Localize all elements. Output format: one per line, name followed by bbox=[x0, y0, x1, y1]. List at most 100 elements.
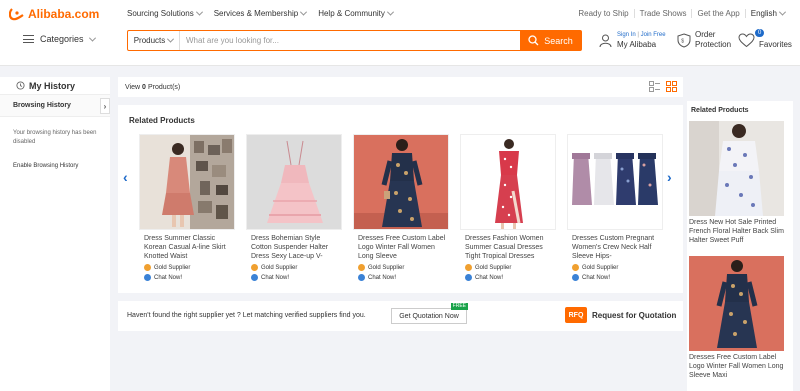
product-photo bbox=[140, 135, 234, 229]
nav-services-membership[interactable]: Services & Membership bbox=[214, 8, 308, 18]
chat-now-button[interactable]: Chat Now! bbox=[139, 274, 235, 281]
rfq-bar: Haven't found the right supplier yet ? L… bbox=[118, 301, 683, 331]
ready-to-ship-link[interactable]: Ready to Ship bbox=[573, 9, 635, 18]
chevron-down-icon bbox=[195, 8, 203, 16]
svg-text:$: $ bbox=[681, 38, 684, 44]
enable-history-link[interactable]: Enable Browsing History bbox=[13, 163, 78, 169]
view-prefix: View bbox=[125, 83, 141, 91]
protection-label: Protection bbox=[695, 40, 732, 49]
supplier-label: Gold Supplier bbox=[582, 264, 619, 271]
sidebar-product-card[interactable]: Dress New Hot Sale Printed French Floral… bbox=[689, 121, 785, 245]
free-badge: FREE bbox=[450, 303, 468, 310]
supplier-label: Gold Supplier bbox=[261, 264, 298, 271]
history-disabled-note: Your browsing history has been disabled bbox=[13, 130, 97, 145]
rfq-logo-icon: RFQ bbox=[565, 307, 587, 323]
product-image[interactable] bbox=[139, 134, 235, 230]
gold-supplier-icon bbox=[144, 264, 151, 271]
favorites-link[interactable]: 0 Favorites bbox=[738, 29, 792, 50]
categories-menu[interactable]: Categories bbox=[23, 34, 96, 44]
favorites-label: Favorites bbox=[759, 40, 792, 49]
carousel-prev-button[interactable]: ‹ bbox=[123, 169, 128, 185]
product-photo bbox=[461, 135, 555, 229]
chat-label: Chat Now! bbox=[582, 274, 611, 281]
search-bar: Products Search bbox=[127, 30, 582, 51]
order-protection[interactable]: $ Order Protection bbox=[677, 30, 731, 50]
sidebar-product-title[interactable]: Dresses Free Custom Label Logo Winter Fa… bbox=[689, 353, 785, 380]
chat-now-button[interactable]: Chat Now! bbox=[460, 274, 556, 281]
sidebar-product-image[interactable] bbox=[689, 121, 784, 216]
product-title[interactable]: Dress Summer Classic Korean Casual A-lin… bbox=[139, 234, 235, 261]
nav-label: Sourcing Solutions bbox=[127, 9, 194, 18]
chat-now-button[interactable]: Chat Now! bbox=[567, 274, 663, 281]
search-type-label: Products bbox=[133, 36, 166, 45]
request-for-quotation-link[interactable]: RFQ Request for Quotation bbox=[565, 307, 676, 323]
search-button-label: Search bbox=[544, 35, 573, 46]
product-image[interactable] bbox=[353, 134, 449, 230]
chat-now-button[interactable]: Chat Now! bbox=[246, 274, 342, 281]
sidebar-related-title: Related Products bbox=[691, 107, 749, 114]
product-photo bbox=[568, 135, 662, 229]
product-title[interactable]: Dresses Fashion Women Summer Casual Dres… bbox=[460, 234, 556, 261]
product-card[interactable]: Dresses Fashion Women Summer Casual Dres… bbox=[460, 134, 556, 281]
language-selector[interactable]: English bbox=[746, 8, 790, 18]
sidebar-product-photo bbox=[689, 256, 784, 351]
get-app-link[interactable]: Get the App bbox=[692, 9, 746, 18]
menu-icon bbox=[23, 35, 34, 43]
gold-supplier-badge: Gold Supplier bbox=[139, 264, 235, 271]
product-title[interactable]: Dresses Free Custom Label Logo Winter Fa… bbox=[353, 234, 449, 261]
product-card[interactable]: Dress Summer Classic Korean Casual A-lin… bbox=[139, 134, 235, 281]
product-count: 0 bbox=[142, 83, 146, 91]
chevron-down-icon bbox=[300, 8, 308, 16]
alibaba-logo[interactable]: Alibaba.com bbox=[9, 7, 99, 21]
related-products-panel: Related Products ‹ › Dress Summer Classi… bbox=[118, 105, 683, 293]
search-icon bbox=[528, 35, 539, 46]
chevron-right-icon[interactable]: › bbox=[100, 98, 110, 114]
related-products-sidebar: Related Products Dress New Hot Sale Prin… bbox=[687, 101, 793, 391]
get-quotation-button[interactable]: Get Quotation Now FREE bbox=[391, 303, 468, 324]
account-menu[interactable]: Sign In | Join Free My Alibaba bbox=[598, 30, 666, 50]
product-title[interactable]: Dress Bohemian Style Cotton Suspender Ha… bbox=[246, 234, 342, 261]
nav-sourcing-solutions[interactable]: Sourcing Solutions bbox=[127, 8, 203, 18]
history-title: My History bbox=[29, 80, 76, 91]
browsing-history-tab[interactable]: Browsing History › bbox=[0, 95, 110, 117]
product-image[interactable] bbox=[246, 134, 342, 230]
chevron-down-icon bbox=[167, 35, 175, 43]
gold-supplier-badge: Gold Supplier bbox=[353, 264, 449, 271]
rfq-label: Request for Quotation bbox=[592, 310, 677, 320]
view-bar: View 0 Product(s) bbox=[118, 77, 683, 97]
gold-supplier-badge: Gold Supplier bbox=[460, 264, 556, 271]
chevron-down-icon bbox=[386, 8, 394, 16]
sidebar-product-card[interactable]: Dresses Free Custom Label Logo Winter Fa… bbox=[689, 256, 785, 380]
product-card[interactable]: Dresses Custom Pregnant Women's Crew Nec… bbox=[567, 134, 663, 281]
carousel-next-button[interactable]: › bbox=[667, 169, 672, 185]
list-view-icon[interactable] bbox=[649, 81, 660, 92]
chat-icon bbox=[251, 274, 258, 281]
view-suffix: Product(s) bbox=[147, 83, 181, 91]
separator: | bbox=[637, 32, 639, 38]
nav-label: Help & Community bbox=[318, 9, 385, 18]
product-image[interactable] bbox=[460, 134, 556, 230]
nav-help-community[interactable]: Help & Community bbox=[318, 8, 394, 18]
gold-supplier-icon bbox=[465, 264, 472, 271]
product-photo bbox=[354, 135, 448, 229]
sidebar-product-image[interactable] bbox=[689, 256, 784, 351]
search-button[interactable]: Search bbox=[520, 31, 581, 50]
chevron-down-icon bbox=[778, 8, 787, 16]
product-card[interactable]: Dress Bohemian Style Cotton Suspender Ha… bbox=[246, 134, 342, 281]
chat-now-button[interactable]: Chat Now! bbox=[353, 274, 449, 281]
shield-icon: $ bbox=[677, 32, 691, 48]
product-title[interactable]: Dresses Custom Pregnant Women's Crew Nec… bbox=[567, 234, 663, 261]
sign-in-link[interactable]: Sign In bbox=[617, 32, 636, 38]
sidebar-product-title[interactable]: Dress New Hot Sale Printed French Floral… bbox=[689, 218, 785, 245]
search-type-select[interactable]: Products bbox=[128, 31, 180, 50]
join-free-link[interactable]: Join Free bbox=[641, 32, 666, 38]
product-photo bbox=[247, 135, 341, 229]
trade-shows-link[interactable]: Trade Shows bbox=[635, 9, 693, 18]
product-card[interactable]: Dresses Free Custom Label Logo Winter Fa… bbox=[353, 134, 449, 281]
chevron-down-icon bbox=[88, 34, 96, 42]
product-image[interactable] bbox=[567, 134, 663, 230]
get-quotation-label: Get Quotation Now bbox=[399, 312, 459, 320]
history-header: My History bbox=[0, 77, 110, 95]
grid-view-icon[interactable] bbox=[666, 81, 677, 92]
search-input[interactable] bbox=[180, 31, 520, 50]
